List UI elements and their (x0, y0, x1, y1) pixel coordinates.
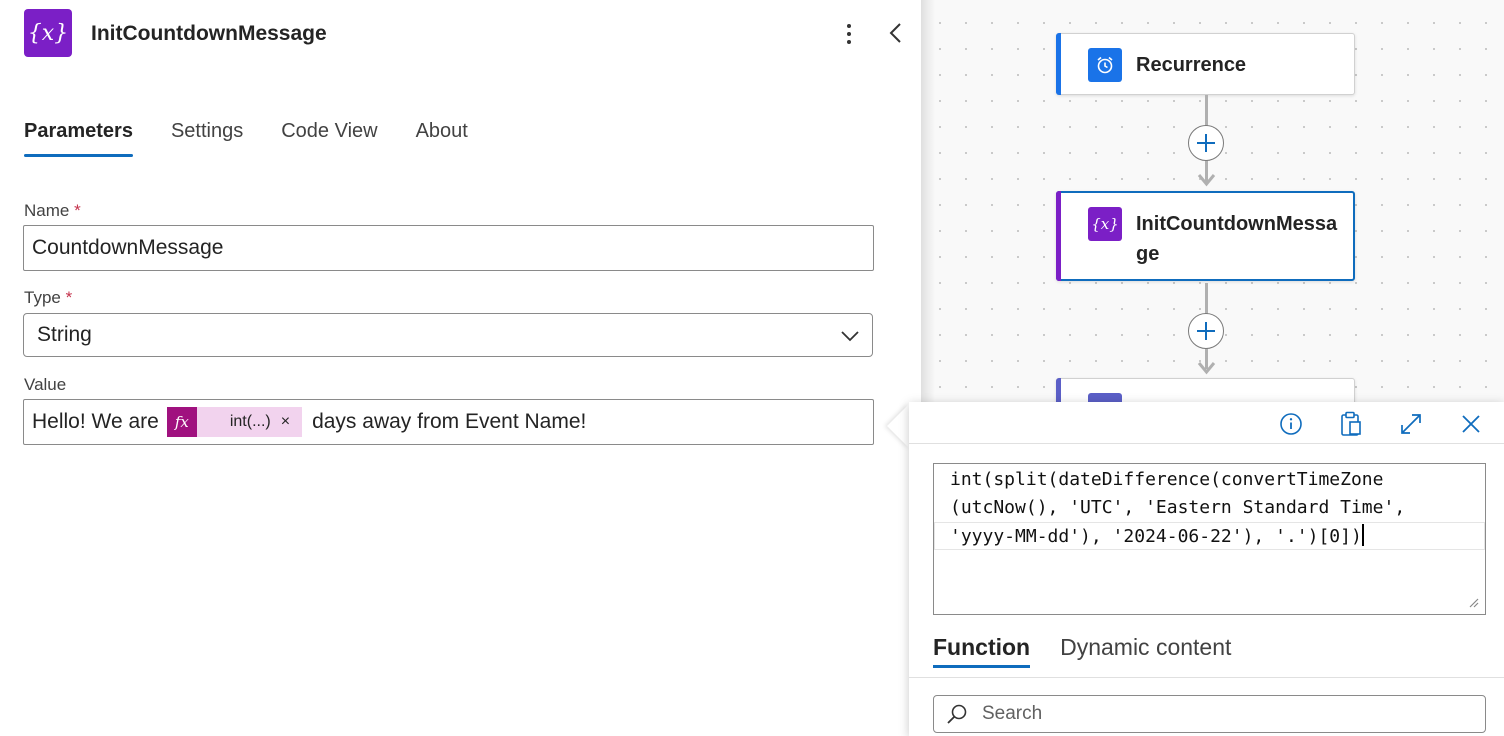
variable-icon: {x} (1088, 207, 1122, 241)
connector-arrow-icon (1197, 174, 1216, 187)
name-label-text: Name (24, 201, 70, 220)
expression-tabs: Function Dynamic content (933, 634, 1261, 668)
tabs-divider (909, 677, 1504, 678)
node-label: InitCountdownMessa ge (1136, 209, 1337, 269)
alarm-clock-icon (1088, 48, 1122, 82)
type-dropdown[interactable]: String (23, 313, 873, 357)
expression-editor-popup: int(split(dateDifference(convertTimeZone… (909, 402, 1504, 736)
value-label: Value (24, 375, 66, 395)
type-dropdown-value: String (37, 323, 92, 346)
expression-input[interactable]: int(split(dateDifference(convertTimeZone… (933, 463, 1486, 615)
variable-icon: {x} (24, 9, 72, 57)
panel-tabs: Parameters Settings Code View About (24, 120, 506, 157)
plus-icon (1197, 134, 1215, 152)
tab-parameters[interactable]: Parameters (24, 120, 133, 157)
value-text-after: days away from Event Name! (312, 410, 587, 433)
insert-step-button[interactable] (1188, 125, 1224, 161)
node-accent-bar (1056, 191, 1061, 281)
tab-function[interactable]: Function (933, 634, 1031, 668)
function-search-box[interactable] (933, 695, 1486, 733)
chevron-down-icon (840, 326, 860, 352)
node-label-line2: ge (1136, 243, 1160, 265)
search-icon (947, 704, 967, 724)
popup-pointer (887, 404, 909, 448)
text-caret (1361, 524, 1364, 546)
value-field[interactable]: Hello! We are fx int(...) × days away fr… (23, 399, 874, 445)
type-label-text: Type (24, 288, 61, 307)
node-init-countdown-message[interactable]: {x} InitCountdownMessa ge (1056, 191, 1355, 281)
tab-about[interactable]: About (416, 120, 468, 157)
insert-step-button[interactable] (1188, 313, 1224, 349)
expression-line-current: 'yyyy-MM-dd'), '2024-06-22'), '.')[0]) (934, 522, 1485, 550)
value-label-text: Value (24, 375, 67, 394)
close-icon[interactable] (1458, 411, 1484, 437)
name-field-value: CountdownMessage (32, 236, 224, 259)
name-field[interactable]: CountdownMessage (23, 225, 874, 271)
node-recurrence[interactable]: Recurrence (1056, 33, 1355, 95)
name-label: Name * (24, 201, 81, 221)
node-label: Recurrence (1136, 54, 1247, 76)
expand-icon[interactable] (1398, 411, 1424, 437)
node-label-line1: InitCountdownMessa (1136, 213, 1338, 235)
expression-line: int(split(dateDifference(convertTimeZone (950, 469, 1384, 490)
connector-arrow-icon (1197, 362, 1216, 375)
action-details-panel: {x} InitCountdownMessage Parameters Sett… (0, 0, 921, 736)
tab-code-view[interactable]: Code View (281, 120, 377, 157)
required-mark: * (74, 201, 81, 220)
tab-dynamic-content[interactable]: Dynamic content (1060, 634, 1231, 667)
clipboard-icon[interactable] (1338, 411, 1364, 437)
more-options-icon[interactable] (836, 20, 862, 48)
expression-line: (utcNow(), 'UTC', 'Eastern Standard Time… (950, 497, 1406, 518)
required-mark: * (65, 288, 73, 307)
tab-settings[interactable]: Settings (171, 120, 243, 157)
plus-icon (1197, 322, 1215, 340)
expression-line-text: 'yyyy-MM-dd'), '2024-06-22'), '.')[0]) (950, 526, 1362, 547)
function-icon: fx (166, 407, 197, 437)
panel-title: InitCountdownMessage (91, 22, 327, 45)
node-accent-bar (1056, 33, 1061, 95)
resize-handle-icon[interactable] (1467, 596, 1479, 608)
search-input[interactable] (982, 703, 1462, 725)
collapse-panel-icon[interactable] (884, 18, 908, 48)
value-text-before: Hello! We are (32, 410, 159, 433)
info-icon[interactable] (1278, 411, 1304, 437)
token-label: int(...) (229, 413, 271, 430)
popup-toolbar (909, 402, 1504, 444)
type-label: Type * (24, 288, 72, 308)
remove-token-icon[interactable]: × (281, 413, 302, 431)
expression-token[interactable]: fx int(...) × (166, 407, 303, 437)
